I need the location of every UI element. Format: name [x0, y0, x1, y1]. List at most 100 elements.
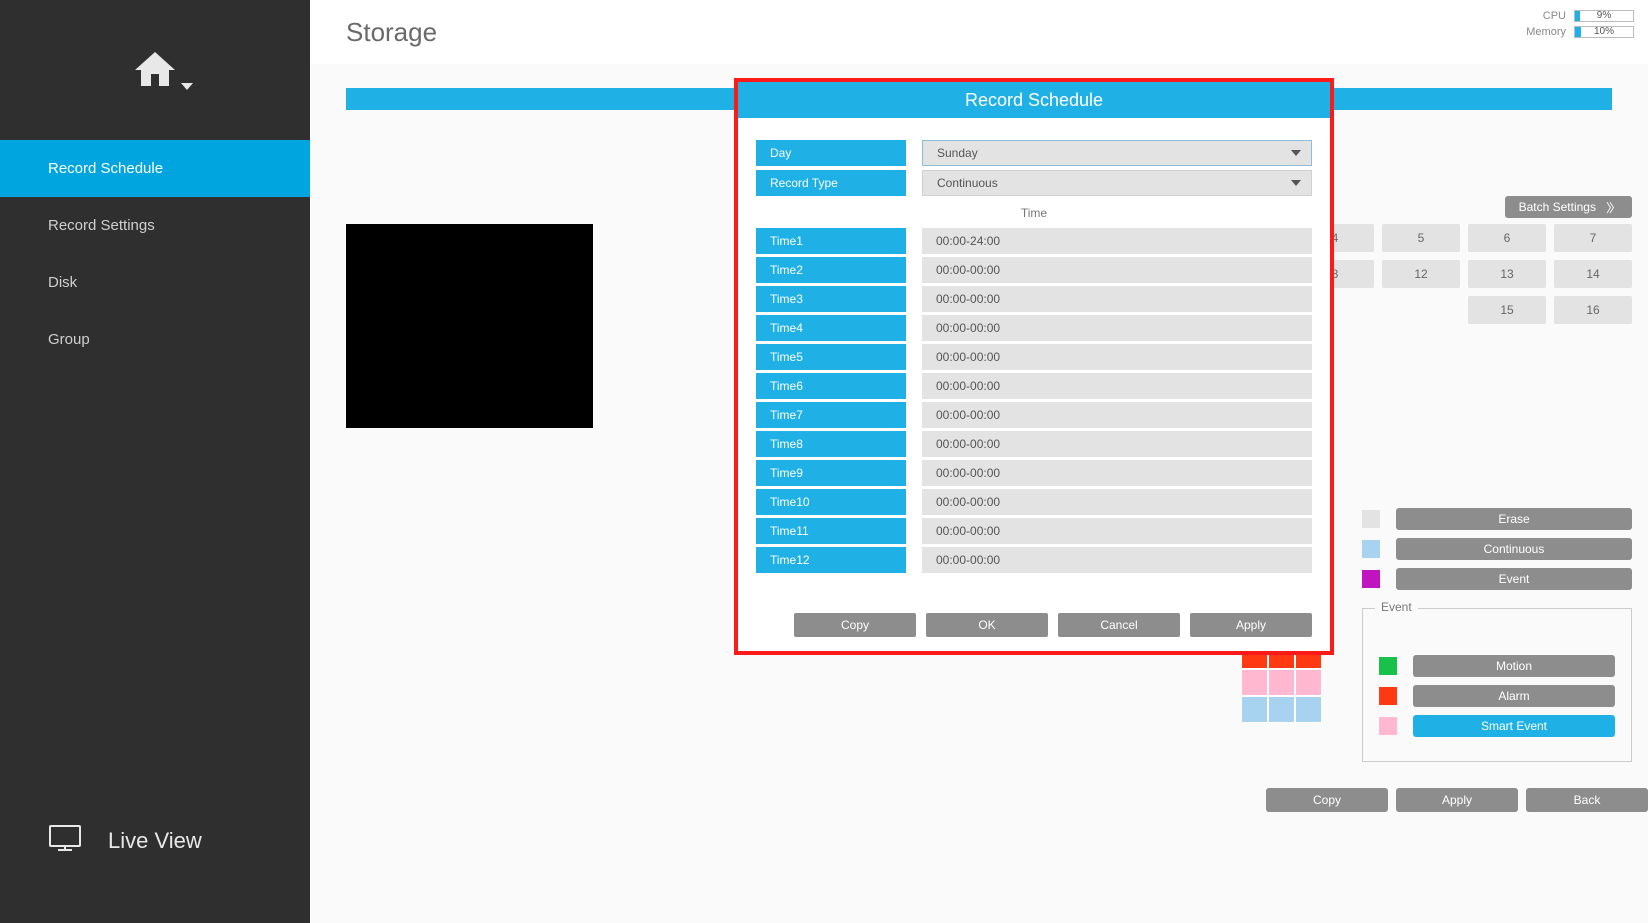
alarm-button[interactable]: Alarm [1413, 685, 1615, 707]
time-label: Time12 [756, 547, 906, 573]
camera-cell-14[interactable]: 14 [1554, 260, 1632, 288]
sidebar-item-label: Record Schedule [48, 160, 163, 177]
time-input[interactable]: 00:00-00:00 [922, 373, 1312, 399]
legend-row-event: Event [1362, 568, 1632, 590]
header: Storage [310, 0, 1648, 64]
schedule-cell[interactable] [1268, 669, 1295, 696]
schedule-cell[interactable] [1295, 696, 1322, 723]
record-type-value: Continuous [937, 176, 998, 190]
legend-row-smart-event: Smart Event [1379, 715, 1615, 737]
schedule-cell[interactable] [1295, 669, 1322, 696]
app: Record Schedule Record Settings Disk Gro… [0, 0, 1648, 923]
time-grid: Time100:00-24:00 Time200:00-00:00 Time300:… [756, 228, 1312, 573]
time-input[interactable]: 00:00-00:00 [922, 518, 1312, 544]
time-input[interactable]: 00:00-00:00 [922, 460, 1312, 486]
chevron-down-icon [1291, 150, 1301, 156]
time-input[interactable]: 00:00-00:00 [922, 344, 1312, 370]
motion-button[interactable]: Motion [1413, 655, 1615, 677]
batch-settings-label: Batch Settings [1519, 200, 1596, 214]
sidebar-item-label: Record Settings [48, 217, 155, 234]
apply-button[interactable]: Apply [1396, 788, 1518, 812]
event-button[interactable]: Event [1396, 568, 1632, 590]
camera-cell-13[interactable]: 13 [1468, 260, 1546, 288]
sidebar-item-label: Group [48, 331, 90, 348]
main: Storage CPU 9% Memory 10% Batch Settings… [310, 0, 1648, 923]
time-header: Time [756, 206, 1312, 220]
modal-apply-button[interactable]: Apply [1190, 613, 1312, 637]
memory-label: Memory [1526, 26, 1566, 38]
modal-copy-button[interactable]: Copy [794, 613, 916, 637]
time-row-1: Time100:00-24:00 [756, 228, 1312, 254]
cpu-status: CPU 9% [1526, 10, 1634, 22]
schedule-cell[interactable] [1241, 669, 1268, 696]
modal-ok-button[interactable]: OK [926, 613, 1048, 637]
time-input[interactable]: 00:00-00:00 [922, 489, 1312, 515]
day-select[interactable]: Sunday [922, 140, 1312, 166]
chevron-down-icon [1291, 180, 1301, 186]
camera-preview [346, 224, 593, 428]
status-panel: CPU 9% Memory 10% [1526, 10, 1634, 42]
sidebar-item-disk[interactable]: Disk [0, 254, 310, 311]
day-row: Day Sunday [756, 140, 1312, 166]
time-input[interactable]: 00:00-00:00 [922, 257, 1312, 283]
record-type-label: Record Type [756, 170, 906, 196]
chevron-right-icon: 〉〉 [1606, 199, 1618, 216]
event-box: Event Motion Alarm Smart Event [1362, 608, 1632, 762]
record-type-row: Record Type Continuous [756, 170, 1312, 196]
home-icon[interactable] [131, 46, 179, 94]
copy-button[interactable]: Copy [1266, 788, 1388, 812]
time-row-2: Time200:00-00:00 [756, 257, 1312, 283]
time-row-10: Time10 00:00-00:00 [756, 489, 1312, 515]
legend-row-motion: Motion [1379, 655, 1615, 677]
time-input[interactable]: 00:00-00:00 [922, 431, 1312, 457]
smart-event-button[interactable]: Smart Event [1413, 715, 1615, 737]
cpu-pct: 9% [1575, 10, 1633, 21]
day-value: Sunday [937, 146, 978, 160]
event-box-title: Event [1375, 600, 1418, 614]
time-input[interactable]: 00:00-00:00 [922, 402, 1312, 428]
time-row-4: Time400:00-00:00 [756, 315, 1312, 341]
page-title: Storage [346, 17, 437, 48]
cpu-bar: 9% [1574, 10, 1634, 22]
swatch-erase [1362, 510, 1380, 528]
time-label: Time5 [756, 344, 906, 370]
time-label: Time10 [756, 489, 906, 515]
camera-cell-12[interactable]: 12 [1382, 260, 1460, 288]
cpu-label: CPU [1543, 10, 1566, 22]
sidebar-item-record-schedule[interactable]: Record Schedule [0, 140, 310, 197]
continuous-button[interactable]: Continuous [1396, 538, 1632, 560]
sidebar-bottom[interactable]: Live View [0, 758, 310, 923]
camera-cell-7[interactable]: 7 [1554, 224, 1632, 252]
memory-status: Memory 10% [1526, 26, 1634, 38]
time-row-8: Time8 00:00-00:00 [756, 431, 1312, 457]
swatch-smart-event [1379, 717, 1397, 735]
time-input[interactable]: 00:00-00:00 [922, 315, 1312, 341]
camera-cell-15[interactable]: 15 [1468, 296, 1546, 324]
back-button[interactable]: Back [1526, 788, 1648, 812]
camera-cell-16[interactable]: 16 [1554, 296, 1632, 324]
memory-pct: 10% [1575, 26, 1633, 37]
time-row-9: Time900:00-00:00 [756, 460, 1312, 486]
schedule-cell[interactable] [1268, 696, 1295, 723]
time-row-6: Time600:00-00:00 [756, 373, 1312, 399]
time-input[interactable]: 00:00-00:00 [922, 286, 1312, 312]
time-input[interactable]: 00:00-00:00 [922, 547, 1312, 573]
schedule-cell[interactable] [1241, 696, 1268, 723]
sidebar-item-record-settings[interactable]: Record Settings [0, 197, 310, 254]
modal-cancel-button[interactable]: Cancel [1058, 613, 1180, 637]
camera-cell-6[interactable]: 6 [1468, 224, 1546, 252]
record-type-select[interactable]: Continuous [922, 170, 1312, 196]
erase-button[interactable]: Erase [1396, 508, 1632, 530]
time-row-7: Time7 00:00-00:00 [756, 402, 1312, 428]
time-label: Time7 [756, 402, 906, 428]
legend-row-alarm: Alarm [1379, 685, 1615, 707]
time-label: Time8 [756, 431, 906, 457]
sidebar-item-group[interactable]: Group [0, 311, 310, 368]
camera-cell-5[interactable]: 5 [1382, 224, 1460, 252]
legend: Erase Continuous Event Event Motion [1362, 508, 1632, 762]
batch-settings-button[interactable]: Batch Settings 〉〉 [1505, 196, 1632, 218]
time-input[interactable]: 00:00-24:00 [922, 228, 1312, 254]
monitor-icon [48, 824, 82, 857]
time-row-3: Time300:00-00:00 [756, 286, 1312, 312]
time-row-11: Time1100:00-00:00 [756, 518, 1312, 544]
